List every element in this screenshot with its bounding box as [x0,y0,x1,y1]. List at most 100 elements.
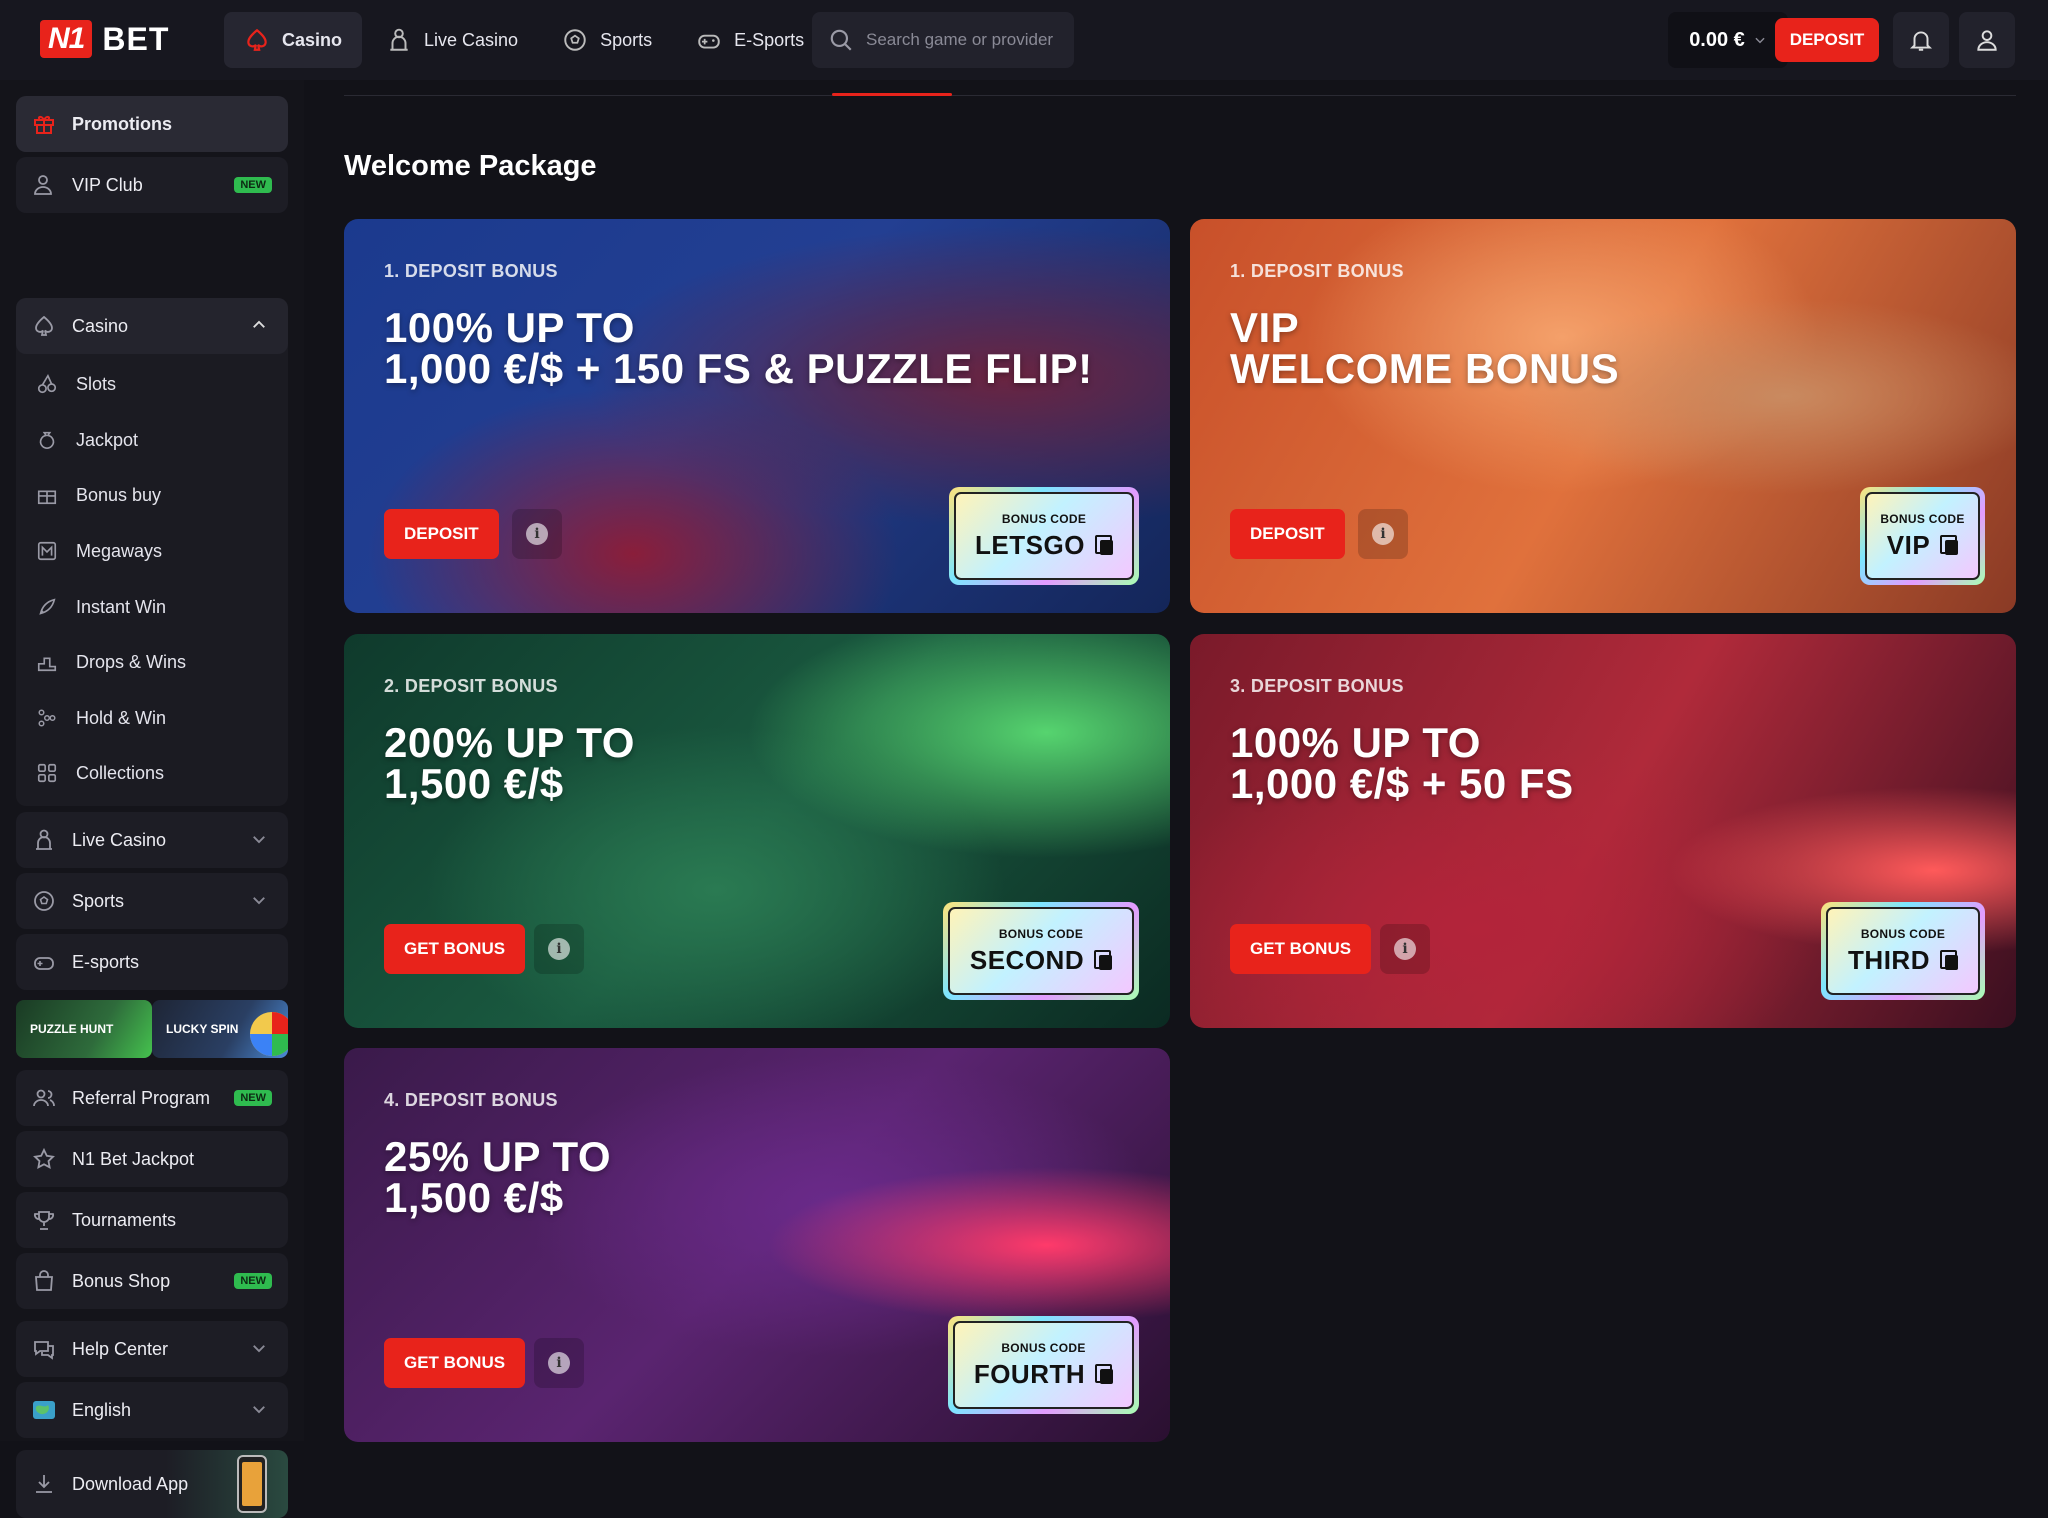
sidebar-item-vip-club[interactable]: VIP Club NEW [16,157,288,213]
live-casino-icon [390,28,408,51]
nav-esports[interactable]: E-Sports [676,12,824,68]
phone-icon [237,1455,267,1513]
notifications-button[interactable] [1893,12,1949,68]
sidebar-item-referral[interactable]: Referral Program NEW [16,1070,288,1126]
bonus-code-value: VIP [1886,529,1931,560]
card-headline-line-1: VIP [1230,304,1300,351]
sidebar-item-live-casino[interactable]: Live Casino [16,812,288,868]
copy-icon[interactable] [1095,1364,1114,1384]
puzzle-hunt-label: PUZZLE HUNT [30,1022,114,1036]
casino-icon [247,28,267,51]
card-info-button[interactable]: i [1358,509,1408,559]
casino-sub-instant-win[interactable]: Instant Win [36,587,166,627]
lucky-spin-label: LUCKY SPIN [166,1022,239,1036]
casino-sub-collections[interactable]: Collections [36,753,164,793]
money-bag-icon [39,431,55,449]
user-icon [1977,30,1997,51]
bonus-code-box[interactable]: BONUS CODE VIP [1860,487,1985,585]
copy-icon[interactable] [1094,950,1113,970]
nav-casino[interactable]: Casino [224,12,363,68]
main-content: Welcome Package 1. DEPOSIT BONUS 100% UP… [304,80,2048,1442]
profile-button[interactable] [1959,12,2015,68]
puzzle-hunt-banner[interactable]: PUZZLE HUNT [16,1000,152,1058]
bonus-card-4: 3. DEPOSIT BONUS 100% UP TO 1,000 €/$ + … [1190,634,2016,1028]
card-headline: 25% UP TO 1,500 €/$ [384,1136,1144,1219]
sidebar-item-help-center[interactable]: Help Center [16,1321,288,1377]
card-info-button[interactable]: i [534,1338,584,1388]
megaways-icon [37,541,57,561]
casino-sub-drops-wins[interactable]: Drops & Wins [36,642,186,682]
search-input[interactable] [866,30,1066,50]
card-eyebrow: 1. DEPOSIT BONUS [1230,261,1404,281]
bonus-code-label: BONUS CODE [1860,926,1946,941]
users-icon [33,1089,55,1107]
bonus-code-value-row: FOURTH [974,1359,1114,1390]
header-deposit-button[interactable]: DEPOSIT [1775,18,1879,62]
copy-icon[interactable] [1940,535,1959,555]
gamepad-icon [698,34,720,49]
copy-icon[interactable] [1094,535,1113,555]
page-title: Welcome Package [344,150,597,182]
sidebar-label-sports: Sports [72,890,125,911]
bonus-code-inner: BONUS CODE SECOND [948,907,1134,995]
bonus-code-box[interactable]: BONUS CODE FOURTH [948,1316,1139,1414]
card-info-button[interactable]: i [1380,924,1430,974]
sidebar-label-help-center: Help Center [72,1338,169,1359]
card-eyebrow: 4. DEPOSIT BONUS [384,1090,558,1110]
nav-live-casino-label: Live Casino [424,29,519,50]
bell-icon [1909,31,1933,51]
sidebar-item-download-app[interactable]: Download App [16,1450,288,1518]
sidebar-label-promotions: Promotions [72,113,173,134]
card-get-bonus-button[interactable]: GET BONUS [384,1338,526,1388]
chevron-down-icon [253,1345,265,1353]
bonus-code-label: BONUS CODE [1001,511,1087,526]
bonus-card-5: 4. DEPOSIT BONUS 25% UP TO 1,500 €/$ GET… [344,1048,1170,1442]
sidebar-item-promotions[interactable]: Promotions [16,96,288,152]
casino-sub-megaways[interactable]: Megaways [36,531,162,571]
casino-sub-bonus-buy[interactable]: Bonus buy [36,475,161,515]
card-get-bonus-button[interactable]: GET BONUS [1230,924,1372,974]
sidebar-item-bonus-shop[interactable]: Bonus Shop NEW [16,1253,288,1309]
card-get-bonus-button[interactable]: GET BONUS [384,924,526,974]
search-bar[interactable] [812,12,1074,68]
bonus-code-inner: BONUS CODE VIP [1865,492,1980,580]
sidebar-label-download-app: Download App [72,1473,189,1494]
casino-sub-hold-win[interactable]: Hold & Win [36,698,166,738]
card-eyebrow: 2. DEPOSIT BONUS [384,676,558,696]
lucky-spin-banner[interactable]: LUCKY SPIN [152,1000,288,1058]
bonus-code-label: BONUS CODE [1880,511,1965,526]
card-headline-line-2: WELCOME BONUS [1230,345,1620,392]
nav-sports[interactable]: Sports [542,12,672,68]
sidebar-item-sports[interactable]: Sports [16,873,288,929]
card-deposit-button[interactable]: DEPOSIT [384,509,499,559]
casino-sub-label: Slots [76,373,117,394]
copy-icon[interactable] [1939,950,1958,970]
sidebar-label-casino: Casino [72,315,129,336]
sidebar-item-esports[interactable]: E-sports [16,934,288,990]
nav-esports-label: E-Sports [734,29,805,50]
card-headline-line-1: 200% UP TO [384,719,635,766]
sidebar-label-vip-club: VIP Club [72,174,143,195]
sidebar-item-casino[interactable]: Casino [16,298,288,354]
casino-sub-slots[interactable]: Slots [36,364,116,404]
n1bet-logo[interactable]: N1 BET [40,20,169,58]
card-deposit-button[interactable]: DEPOSIT [1230,509,1345,559]
bonus-code-inner: BONUS CODE FOURTH [953,1321,1134,1409]
live-casino-icon [36,829,52,850]
bonus-code-box[interactable]: BONUS CODE THIRD [1821,902,1985,1000]
card-info-button[interactable]: i [512,509,562,559]
card-info-button[interactable]: i [534,924,584,974]
bonus-code-box[interactable]: BONUS CODE LETSGO [949,487,1139,585]
top-header: N1 BET Casino Live Casino Sports E-Sport… [0,0,2048,80]
nav-live-casino[interactable]: Live Casino [366,12,538,68]
bonus-code-box[interactable]: BONUS CODE SECOND [943,902,1139,1000]
download-icon [36,1475,52,1493]
balance-selector[interactable]: 0.00 € [1668,12,1788,68]
info-icon: i [1372,523,1394,545]
casino-sub-jackpot[interactable]: Jackpot [36,420,138,460]
sidebar-item-tournaments[interactable]: Tournaments [16,1192,288,1248]
search-icon [830,29,852,51]
sidebar-item-language[interactable]: English [16,1382,288,1438]
sidebar-item-n1-jackpot[interactable]: N1 Bet Jackpot [16,1131,288,1187]
bonus-code-value: LETSGO [975,529,1085,560]
